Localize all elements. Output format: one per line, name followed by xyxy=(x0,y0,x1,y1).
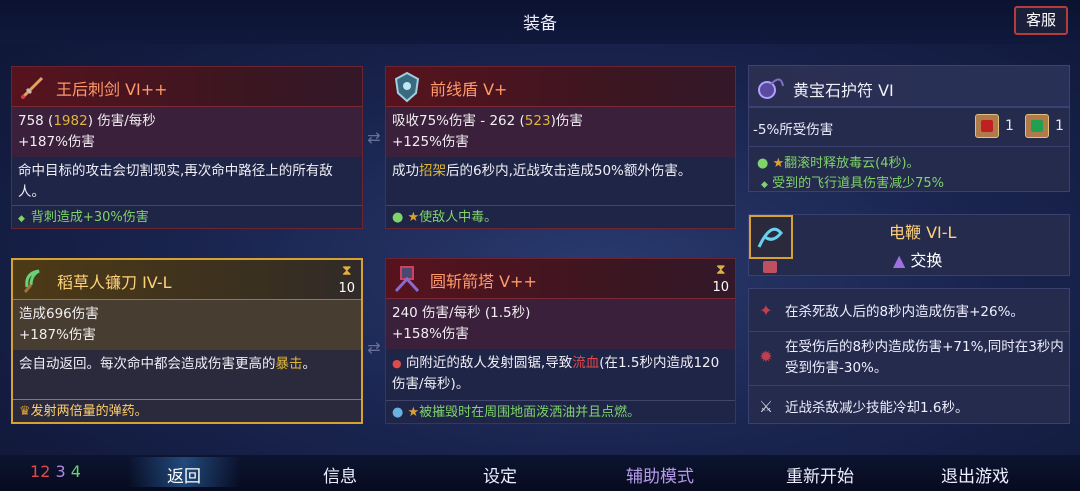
item-name: 稻草人镰刀 IV-L xyxy=(57,273,172,292)
item-stats: 吸收75%伤害 - 262 (523)伤害 +125%伤害 xyxy=(386,107,735,157)
hourglass-icon: ⧗ xyxy=(341,263,352,279)
backpack-flag-icon xyxy=(763,261,777,273)
mutation-row[interactable]: ⚔ 近战杀敌减少技能冷却1.6秒。 xyxy=(753,393,1065,419)
star-icon: ★ xyxy=(772,156,785,171)
kill-buff-icon: ✦ xyxy=(759,300,773,320)
swap-weapon-name: 电鞭 VI-L xyxy=(889,223,957,242)
item-description: 会自动返回。每次命中都会造成伤害更高的暴击。 xyxy=(19,356,316,372)
item-description: ● 向附近的敌人发射圆锯,导致流血(在1.5秒内造成120伤害/每秒)。 xyxy=(392,355,720,392)
back-button[interactable]: 返回 xyxy=(128,462,240,487)
assist-mode-button[interactable]: 辅助模式 xyxy=(600,462,720,487)
weapon-card-queen-rapier[interactable]: 王后刺剑 VI++ 758 (1982) 伤害/每秒 +187%伤害 命中目标的… xyxy=(11,66,363,229)
page-title: 装备 xyxy=(523,14,557,34)
skill-card-sawblade-turret[interactable]: 圆斩箭塔 V++ ⧗ 10 240 伤害/每秒 (1.5秒) +158%伤害 ● … xyxy=(385,258,736,424)
item-affix: ● ★被摧毁时在周围地面泼洒油并且点燃。 xyxy=(392,405,641,420)
turret-icon xyxy=(390,262,424,296)
bottom-menu-bar: 12 3 4 返回 信息 设定 辅助模式 重新开始 退出游戏 xyxy=(0,455,1080,491)
diamond-icon: ◆ xyxy=(761,180,768,190)
amulet-icon xyxy=(753,70,787,104)
swap-arrows-icon: ⇄ xyxy=(367,338,381,357)
top-bar: 装备 客服 xyxy=(0,0,1080,44)
cooldown-timer: ⧗ 10 xyxy=(712,262,729,295)
mutation-row[interactable]: ✹ 在受伤后的8秒内造成伤害+71%,同时在3秒内受到伤害-30%。 xyxy=(753,337,1065,379)
item-description: 成功招架后的6秒内,近战攻击造成50%额外伤害。 xyxy=(392,163,692,179)
amulet-header[interactable]: 黄宝石护符 VI xyxy=(748,65,1070,107)
blood-drop-icon: ● xyxy=(392,357,402,370)
item-name: 前线盾 V+ xyxy=(430,80,508,99)
info-button[interactable]: 信息 xyxy=(290,462,390,487)
scroll-red-icon xyxy=(975,114,999,138)
shield-icon xyxy=(390,70,424,104)
diamond-icon: ◆ xyxy=(18,214,25,224)
stat-counter: 12 3 4 xyxy=(30,462,81,481)
mutations-panel: ✦ 在杀死敌人后的8秒内造成伤害+26%。 ✹ 在受伤后的8秒内造成伤害+71%… xyxy=(748,288,1070,424)
item-description: 命中目标的攻击会切割现实,再次命中路径上的所有敌人。 xyxy=(18,163,333,200)
swap-arrows-icon: ⇄ xyxy=(367,128,381,147)
amulet-panel: -5%所受伤害 1 1 ● ★翻滚时释放毒云(4秒)。 ◆ 受到的飞行道具伤害减… xyxy=(748,107,1070,192)
settings-button[interactable]: 设定 xyxy=(450,462,550,487)
item-affix: ♛发射两倍量的弹药。 xyxy=(19,404,148,419)
customer-service-button[interactable]: 客服 xyxy=(1014,6,1068,35)
item-stats: 造成696伤害 +187%伤害 xyxy=(13,300,361,350)
amulet-effect-1: ● ★翻滚时释放毒云(4秒)。 xyxy=(757,156,920,171)
scroll-red-count: 1 xyxy=(1005,118,1014,134)
restart-button[interactable]: 重新开始 xyxy=(760,462,880,487)
amulet-stat: -5%所受伤害 xyxy=(753,122,834,138)
hourglass-icon: ⧗ xyxy=(715,262,726,278)
scroll-green-count: 1 xyxy=(1055,118,1064,134)
cooldown-timer: ⧗ 10 xyxy=(338,263,355,296)
amulet-effect-2: ◆ 受到的飞行道具伤害减少75% xyxy=(761,176,944,191)
melee-cooldown-icon: ⚔ xyxy=(758,396,774,416)
item-name: 王后刺剑 VI++ xyxy=(56,80,168,99)
burn-icon: ● xyxy=(392,405,404,420)
star-icon: ★ xyxy=(407,210,420,225)
backpack-slot[interactable]: 电鞭 VI-L ▲ 交换 xyxy=(748,214,1070,276)
item-affix: ◆ 背刺造成+30%伤害 xyxy=(18,210,149,225)
item-name: 圆斩箭塔 V++ xyxy=(430,272,537,291)
quit-game-button[interactable]: 退出游戏 xyxy=(915,462,1035,487)
poison-icon: ● xyxy=(392,210,404,225)
skill-card-scarecrow-sickle[interactable]: 稻草人镰刀 IV-L ⧗ 10 造成696伤害 +187%伤害 会自动返回。每次命… xyxy=(11,258,363,424)
star-icon: ★ xyxy=(407,405,420,420)
hurt-buff-icon: ✹ xyxy=(759,346,773,366)
rapier-icon xyxy=(16,70,50,104)
swap-action[interactable]: ▲ 交换 xyxy=(893,247,942,271)
amulet-name: 黄宝石护符 VI xyxy=(793,81,894,100)
weapon-card-front-line-shield[interactable]: 前线盾 V+ 吸收75%伤害 - 262 (523)伤害 +125%伤害 成功招… xyxy=(385,66,736,229)
crown-icon: ♛ xyxy=(19,404,31,419)
item-stats: 240 伤害/每秒 (1.5秒) +158%伤害 xyxy=(386,299,735,349)
poison-icon: ● xyxy=(757,156,769,171)
scroll-green-icon xyxy=(1025,114,1049,138)
item-stats: 758 (1982) 伤害/每秒 +187%伤害 xyxy=(12,107,362,157)
item-affix: ● ★使敌人中毒。 xyxy=(392,210,498,225)
electric-whip-icon xyxy=(749,215,793,259)
boot-icon: ▲ xyxy=(893,251,906,270)
mutation-row[interactable]: ✦ 在杀死敌人后的8秒内造成伤害+26%。 xyxy=(753,297,1065,323)
sickle-icon xyxy=(17,263,51,297)
